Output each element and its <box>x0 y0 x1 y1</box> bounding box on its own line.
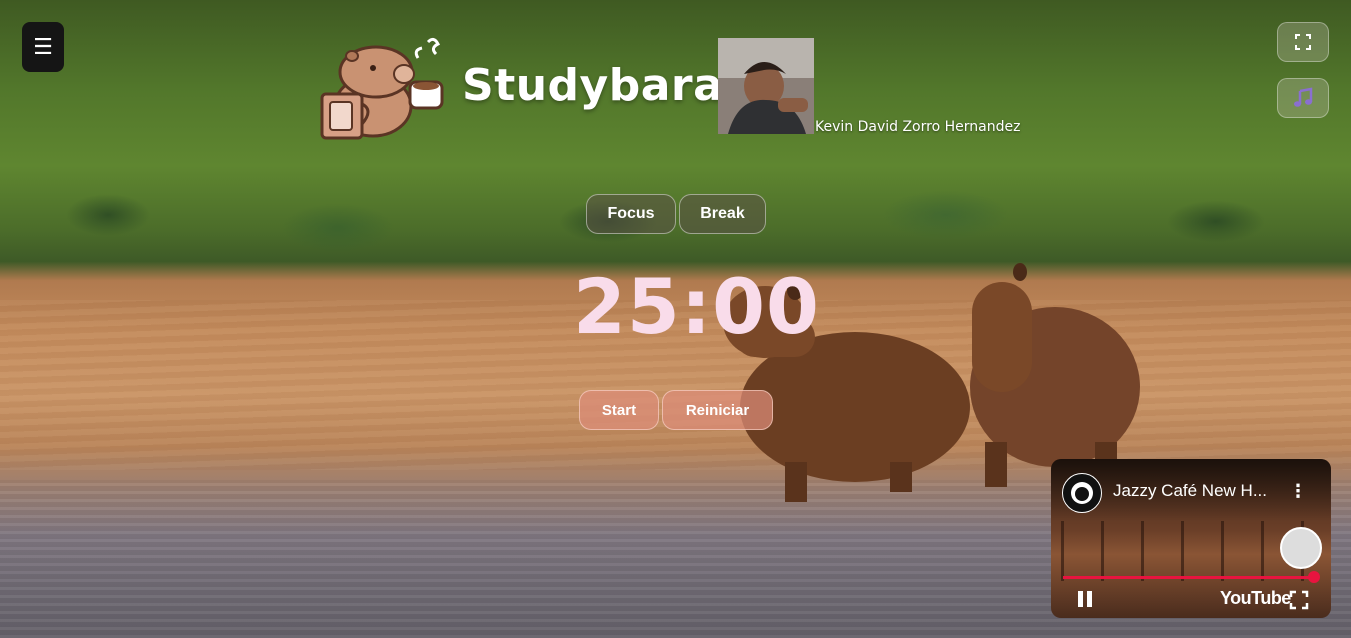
fullscreen-icon <box>1295 34 1311 50</box>
author-name: Kevin David Zorro Hernandez <box>815 119 1021 135</box>
timer-display: 25:00 <box>573 262 820 351</box>
menu-button[interactable]: ☰ <box>22 22 64 72</box>
app-title: Studybara <box>462 60 724 111</box>
reset-button[interactable]: Reiniciar <box>662 390 773 430</box>
music-note-icon <box>1294 87 1313 107</box>
pause-icon[interactable] <box>1076 590 1094 608</box>
focus-mode-button[interactable]: Focus <box>586 194 676 234</box>
player-fullscreen-icon[interactable] <box>1289 590 1309 610</box>
music-button[interactable] <box>1277 78 1329 118</box>
channel-avatar[interactable] <box>1062 473 1102 513</box>
video-title[interactable]: Jazzy Café New H... <box>1113 481 1267 501</box>
fullscreen-button[interactable] <box>1277 22 1329 62</box>
youtube-player[interactable]: Jazzy Café New H... ⋮ YouTube <box>1051 459 1331 618</box>
break-mode-button[interactable]: Break <box>679 194 766 234</box>
more-options-icon[interactable]: ⋮ <box>1289 481 1307 502</box>
start-button[interactable]: Start <box>579 390 659 430</box>
capybara-logo <box>320 37 444 140</box>
video-progress-bar[interactable] <box>1063 576 1314 579</box>
channel-logo-icon <box>1071 482 1093 504</box>
channel-badge <box>1280 527 1322 569</box>
youtube-logo[interactable]: YouTube <box>1220 588 1291 609</box>
author-avatar <box>718 38 814 134</box>
progress-scrubber[interactable] <box>1308 571 1320 583</box>
menu-icon: ☰ <box>33 34 53 60</box>
